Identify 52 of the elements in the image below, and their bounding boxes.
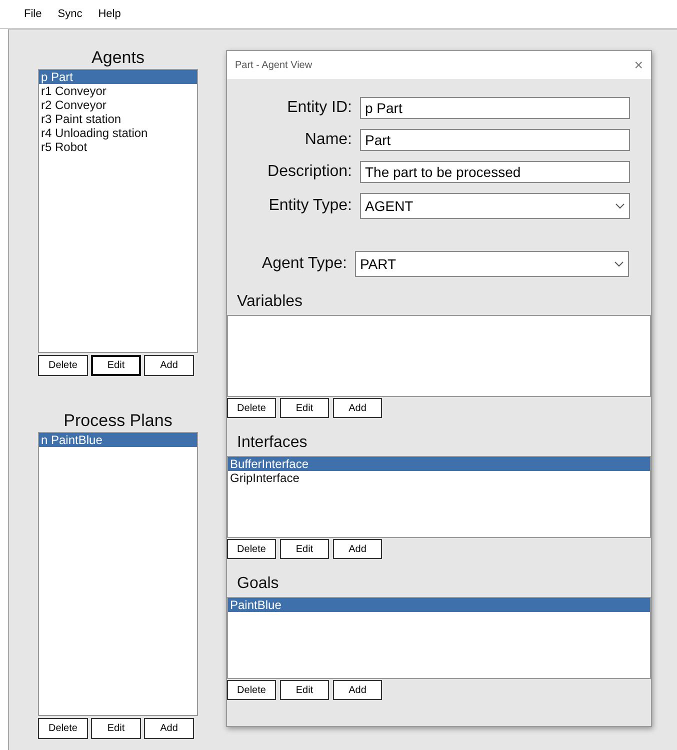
chevron-down-icon <box>615 203 625 209</box>
list-item[interactable]: BufferInterface <box>228 457 650 471</box>
section-title: Variables <box>236 292 304 312</box>
dropdown[interactable]: PART <box>355 251 629 277</box>
list-item[interactable]: PaintBlue <box>228 598 650 612</box>
list-item[interactable]: r3 Paint station <box>39 112 197 126</box>
list-box[interactable]: n PaintBlue <box>38 432 198 716</box>
menu-item[interactable]: File <box>18 6 48 22</box>
section-title: Goals <box>236 574 280 594</box>
window-title: Part - Agent View <box>235 60 312 70</box>
list-item[interactable]: p Part <box>39 70 197 84</box>
field-label: Name: <box>304 131 352 149</box>
input-field[interactable]: p Part <box>360 97 630 119</box>
field-label: Agent Type: <box>260 255 347 273</box>
menu-item[interactable]: Help <box>92 6 127 22</box>
list-item[interactable]: r1 Conveyor <box>39 84 197 98</box>
panel-title: Process Plans <box>62 410 174 432</box>
list-box[interactable]: p Part r1 Conveyor r2 Conveyor r3 Paint station r4 Unloading station r5 Robot <box>38 69 198 353</box>
add-button[interactable]: Add <box>333 398 382 418</box>
delete-button[interactable]: Delete <box>227 680 276 700</box>
list-box[interactable]: PaintBlue <box>227 597 651 679</box>
list-item[interactable]: r5 Robot <box>39 140 197 154</box>
list-box[interactable] <box>227 315 651 397</box>
panel-title: Agents <box>90 47 146 69</box>
edit-button[interactable]: Edit <box>91 718 141 739</box>
input-field[interactable]: Part <box>360 129 630 151</box>
add-button[interactable]: Add <box>333 539 382 559</box>
add-button[interactable]: Add <box>333 680 382 700</box>
field-label: Description: <box>266 163 352 181</box>
list-item[interactable]: r2 Conveyor <box>39 98 197 112</box>
delete-button[interactable]: Delete <box>38 355 88 376</box>
list-item[interactable]: GripInterface <box>228 471 650 485</box>
edit-button[interactable]: Edit <box>280 680 329 700</box>
menu-item[interactable]: Sync <box>52 6 88 22</box>
add-button[interactable]: Add <box>144 355 194 376</box>
field-label: Entity Type: <box>268 197 352 215</box>
list-box[interactable]: BufferInterface GripInterface <box>227 456 651 538</box>
delete-button[interactable]: Delete <box>38 718 88 739</box>
section-title: Interfaces <box>236 433 308 453</box>
delete-button[interactable]: Delete <box>227 539 276 559</box>
edit-button[interactable]: Edit <box>280 539 329 559</box>
input-field[interactable]: The part to be processed <box>360 161 630 183</box>
field-label: Entity ID: <box>286 99 352 117</box>
list-item[interactable]: r4 Unloading station <box>39 126 197 140</box>
dropdown[interactable]: AGENT <box>360 193 630 219</box>
chevron-down-icon <box>614 261 624 267</box>
add-button[interactable]: Add <box>144 718 194 739</box>
list-item[interactable]: n PaintBlue <box>39 433 197 447</box>
edit-button[interactable]: Edit <box>91 355 141 376</box>
delete-button[interactable]: Delete <box>227 398 276 418</box>
close-button[interactable]: × <box>634 56 643 74</box>
edit-button[interactable]: Edit <box>280 398 329 418</box>
